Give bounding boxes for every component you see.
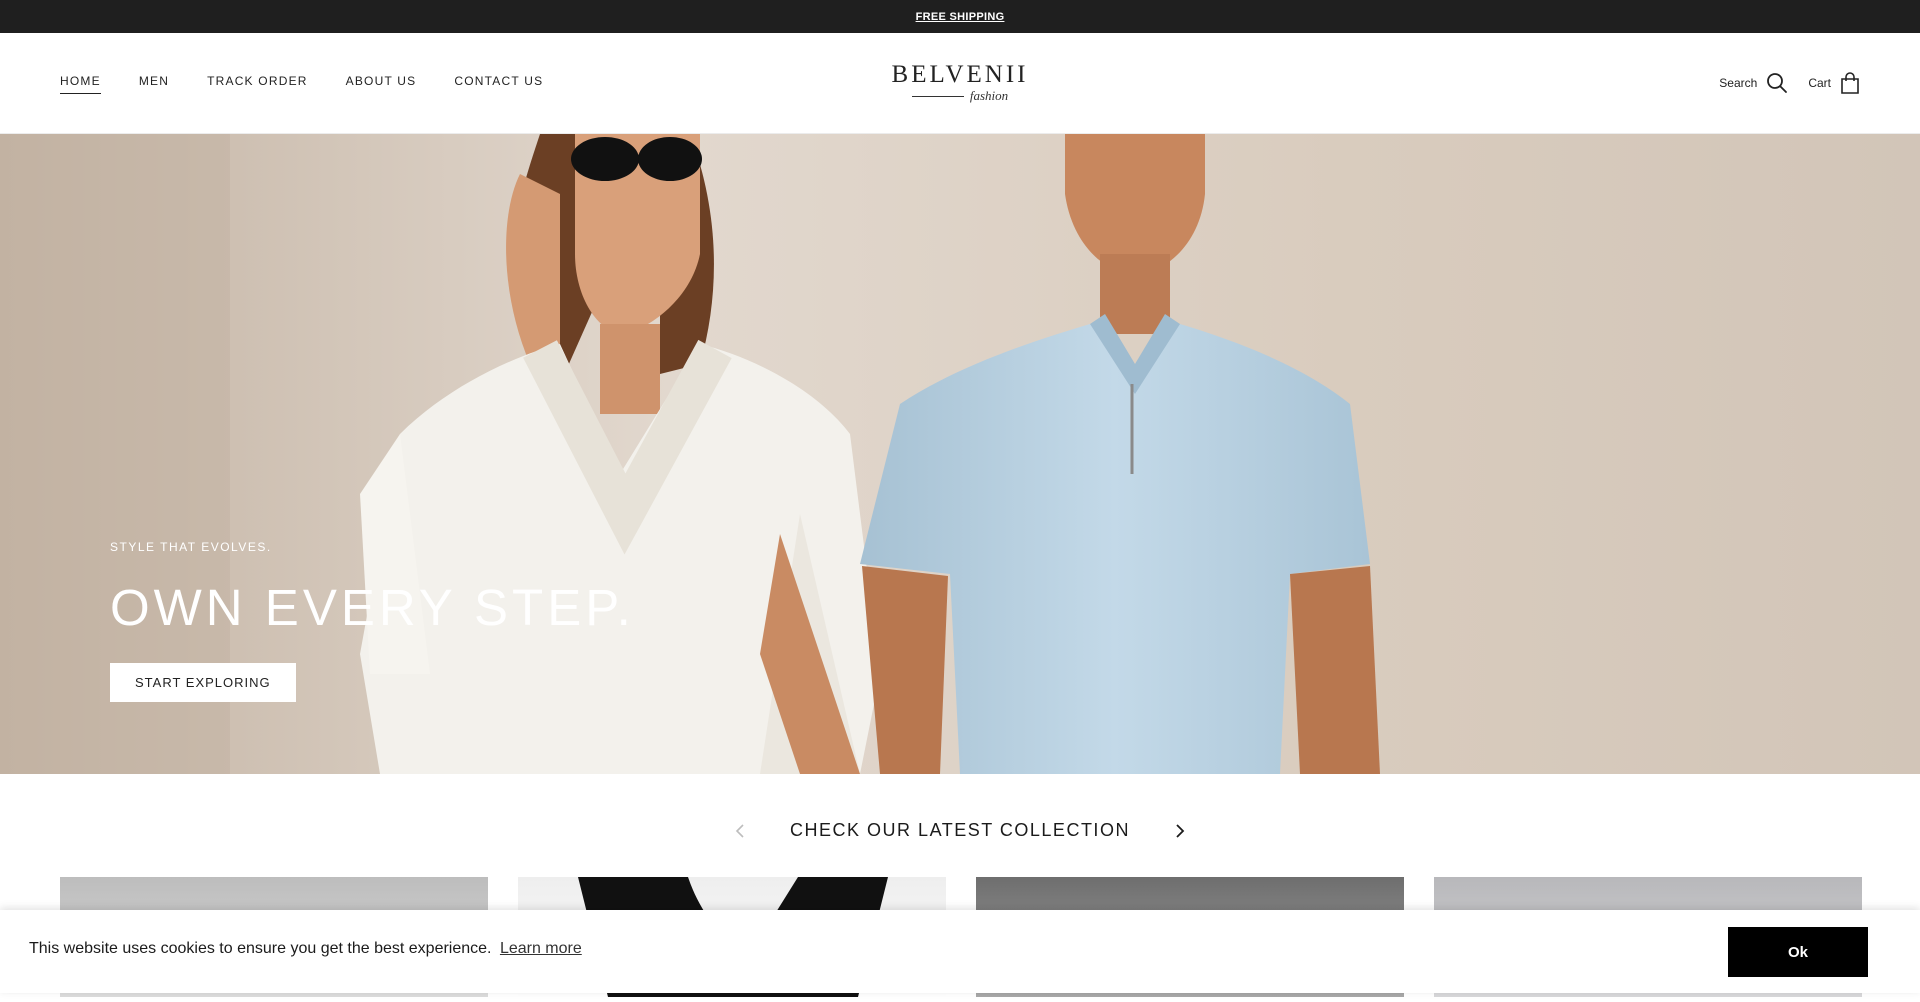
cart-label: Cart <box>1808 76 1831 90</box>
logo-rule <box>911 95 964 97</box>
collection-header: CHECK OUR LATEST COLLECTION <box>0 820 1920 841</box>
chevron-left-icon <box>735 823 744 838</box>
nav-men[interactable]: MEN <box>139 74 169 92</box>
chevron-right-icon <box>1176 823 1185 838</box>
collection-prev-button[interactable] <box>730 821 750 841</box>
cookie-ok-button[interactable]: Ok <box>1728 927 1868 977</box>
nav-about-us[interactable]: ABOUT US <box>346 74 417 92</box>
hero-content: STYLE THAT EVOLVES. OWN EVERY STEP. STAR… <box>110 540 635 702</box>
search-label: Search <box>1719 76 1758 90</box>
cookie-message: This website uses cookies to ensure you … <box>29 940 492 957</box>
search-icon <box>1767 73 1788 93</box>
hero-banner[interactable]: STYLE THAT EVOLVES. OWN EVERY STEP. STAR… <box>0 134 1920 774</box>
free-shipping-link[interactable]: FREE SHIPPING <box>916 11 1005 23</box>
start-exploring-button[interactable]: START EXPLORING <box>110 663 296 702</box>
site-header: HOME MEN TRACK ORDER ABOUT US CONTACT US… <box>0 33 1920 134</box>
collection-next-button[interactable] <box>1170 821 1190 841</box>
hero-eyebrow: STYLE THAT EVOLVES. <box>110 540 272 554</box>
cookie-banner: This website uses cookies to ensure you … <box>0 910 1920 993</box>
logo-sub-text: fashion <box>969 88 1009 103</box>
search-button[interactable]: Search <box>1719 72 1788 94</box>
header-actions: Search Cart <box>1719 33 1860 133</box>
bag-icon <box>1841 72 1859 94</box>
learn-more-link[interactable]: Learn more <box>500 940 582 957</box>
nav-track-order[interactable]: TRACK ORDER <box>207 74 308 92</box>
cart-button[interactable]: Cart <box>1808 72 1860 94</box>
site-logo[interactable]: BELVENII fashion <box>890 62 1030 104</box>
hero-headline: OWN EVERY STEP. <box>110 579 635 636</box>
logo-sub: fashion <box>890 88 1030 104</box>
nav-home[interactable]: HOME <box>60 74 101 94</box>
main-nav: HOME MEN TRACK ORDER ABOUT US CONTACT US <box>60 33 543 133</box>
cookie-message-wrap: This website uses cookies to ensure you … <box>29 940 582 958</box>
nav-contact-us[interactable]: CONTACT US <box>454 74 543 92</box>
collection-title: CHECK OUR LATEST COLLECTION <box>790 820 1130 840</box>
logo-brand: BELVENII <box>891 61 1029 88</box>
announcement-bar: FREE SHIPPING <box>0 0 1920 33</box>
